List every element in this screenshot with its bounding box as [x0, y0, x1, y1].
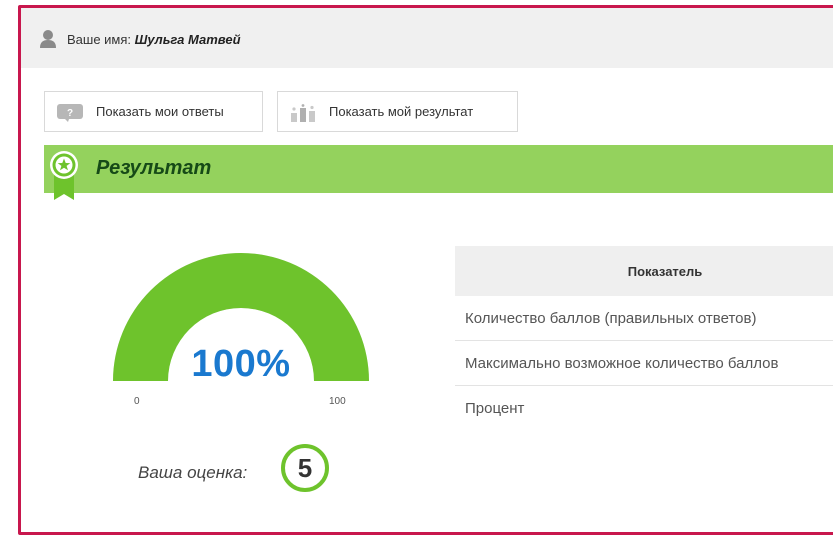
show-answers-button[interactable]: ? Показать мои ответы: [44, 91, 263, 132]
result-title: Результат: [96, 157, 212, 179]
question-icon: ?: [57, 104, 83, 122]
gauge-percent-value: 100%: [191, 343, 291, 385]
show-result-button[interactable]: Показать мой результат: [277, 91, 518, 132]
table-cell-label: Процент: [465, 400, 525, 417]
user-icon: [40, 30, 56, 48]
table-header-indicator: Показатель: [627, 264, 703, 279]
table-row: Процент: [455, 386, 833, 431]
user-name-label: Ваше имя:: [67, 32, 132, 47]
table-cell-label: Максимально возможное количество баллов: [465, 355, 779, 372]
bar-chart-icon: [291, 104, 315, 122]
table-cell-label: Количество баллов (правильных ответов): [465, 310, 757, 327]
results-table: Показатель Количество баллов (правильных…: [455, 246, 833, 431]
svg-text:?: ?: [67, 108, 73, 119]
user-info: Ваше имя: Шульга Матвей: [67, 32, 241, 47]
result-panel: Ваше имя: Шульга Матвей ? Показать мои о…: [18, 5, 833, 535]
gauge-min-label: 0: [134, 396, 140, 407]
table-header: Показатель: [455, 246, 833, 296]
score-gauge: [113, 253, 369, 381]
grade-value: 5: [281, 444, 329, 492]
award-ribbon-icon: [50, 151, 78, 200]
show-answers-label: Показать мои ответы: [96, 104, 224, 119]
result-header: Результат: [44, 145, 833, 193]
table-row: Максимально возможное количество баллов: [455, 341, 833, 386]
show-result-label: Показать мой результат: [329, 104, 474, 119]
user-name: Шульга Матвей: [134, 32, 241, 47]
gauge-max-label: 100: [329, 396, 346, 407]
table-row: Количество баллов (правильных ответов): [455, 296, 833, 341]
grade-label: Ваша оценка:: [138, 463, 248, 482]
user-bar: Ваше имя: Шульга Матвей: [21, 8, 833, 68]
